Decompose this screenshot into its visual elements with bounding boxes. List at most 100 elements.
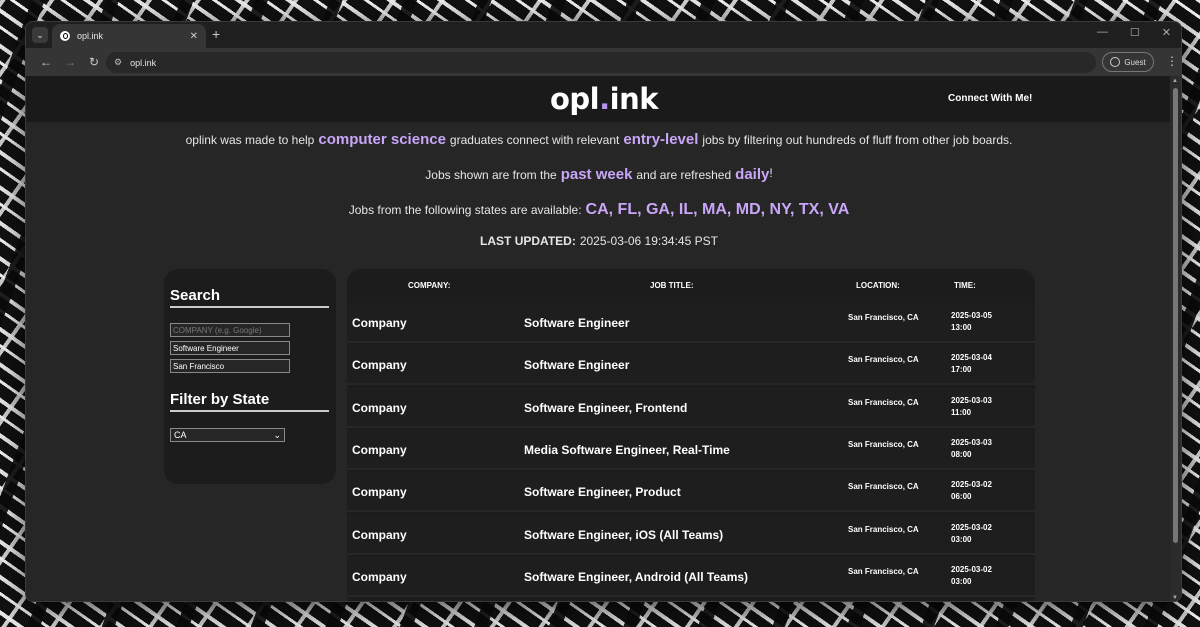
tab-close-icon[interactable]: ✕ <box>190 31 198 42</box>
last-updated-value: 2025-03-06 19:34:45 PST <box>579 234 718 248</box>
col-job-title[interactable]: JOB TITLE: <box>650 281 694 290</box>
intro-text: jobs by filtering out hundreds of fluff … <box>702 132 1013 147</box>
cell-company: Company <box>352 442 407 457</box>
col-location[interactable]: LOCATION: <box>856 281 900 290</box>
profile-button[interactable]: Guest <box>1102 52 1154 72</box>
scroll-up-icon[interactable]: ▲ <box>1172 78 1178 84</box>
last-updated: LAST UPDATED: 2025-03-06 19:34:45 PST <box>26 227 1172 255</box>
site-header: opl.ink Connect With Me! <box>26 76 1172 122</box>
connect-link[interactable]: Connect With Me! <box>948 93 1032 104</box>
favicon-icon <box>60 31 70 41</box>
state-select[interactable]: CA ⌄ <box>170 428 285 442</box>
site-logo[interactable]: opl.ink <box>550 82 659 116</box>
browser-tab[interactable]: opl.ink ✕ <box>52 24 206 48</box>
cell-job-title[interactable]: Software Engineer, Frontend <box>524 401 687 415</box>
intro-text: and are refreshed <box>636 167 732 182</box>
last-updated-label: LAST UPDATED: <box>480 234 576 248</box>
page-viewport: opl.ink Connect With Me! oplink was made… <box>26 76 1172 601</box>
cell-date: 2025-03-02 <box>951 522 992 532</box>
jobs-table: COMPANY: JOB TITLE: LOCATION: TIME: Comp… <box>347 269 1035 601</box>
intro-text: Jobs from the following states are avail… <box>348 202 582 217</box>
intro-highlight: entry-level <box>623 131 699 148</box>
logo-part2: ink <box>609 82 659 116</box>
states-list: CA, FL, GA, IL, MA, MD, NY, TX, VA <box>585 200 850 218</box>
intro-text: graduates connect with relevant <box>449 132 620 147</box>
cell-company: Company <box>352 527 407 542</box>
tab-search-button[interactable]: ⌄ <box>32 27 48 43</box>
cell-job-title[interactable]: Software Engineer, Product <box>524 485 681 499</box>
new-tab-button[interactable]: + <box>212 26 220 42</box>
intro-text: ! <box>769 166 773 180</box>
cell-date: 2025-03-03 <box>951 395 992 405</box>
intro-text: oplink was made to help <box>185 132 315 147</box>
menu-kebab-icon[interactable]: ⋮ <box>1166 54 1178 68</box>
location-input[interactable] <box>170 359 290 373</box>
cell-date: 2025-03-04 <box>951 353 992 363</box>
filter-sidebar: Search Filter by State CA ⌄ <box>164 269 336 484</box>
cell-company: Company <box>352 400 407 415</box>
table-row[interactable]: Company Software Engineer, Android (All T… <box>347 556 1035 597</box>
cell-time: 2025-03-02 06:00 <box>951 479 1011 503</box>
state-selected-value: CA <box>174 430 187 440</box>
cell-hour: 03:00 <box>951 576 972 586</box>
site-info-icon[interactable]: ⚙ <box>114 57 122 68</box>
table-row[interactable]: Company Software Engineer, Product San Fra… <box>347 472 1035 513</box>
cell-location: San Francisco, CA <box>848 397 919 407</box>
col-company[interactable]: COMPANY: <box>408 281 450 290</box>
logo-dot: . <box>599 82 610 116</box>
intro-section: oplink was made to help computer science… <box>26 122 1172 255</box>
intro-highlight: computer science <box>318 131 446 148</box>
col-time[interactable]: TIME: <box>954 281 976 290</box>
cell-time: 2025-03-03 08:00 <box>951 437 1011 461</box>
tab-title: opl.ink <box>77 31 104 41</box>
scroll-thumb[interactable] <box>1173 88 1178 543</box>
cell-hour: 06:00 <box>951 492 972 502</box>
table-row[interactable]: Company Software Engineer, iOS (All Teams… <box>347 514 1035 555</box>
cell-job-title[interactable]: Software Engineer <box>524 358 629 372</box>
filter-heading: Filter by State <box>170 391 329 412</box>
minimize-icon[interactable]: — <box>1097 26 1108 39</box>
maximize-icon[interactable]: ☐ <box>1130 26 1140 39</box>
cell-time: 2025-03-05 13:00 <box>951 310 1011 334</box>
tab-strip: ⌄ opl.ink ✕ + — ☐ ✕ <box>26 22 1181 48</box>
cell-company: Company <box>352 316 407 330</box>
cell-location: San Francisco, CA <box>848 524 919 534</box>
job-title-input[interactable] <box>170 341 290 355</box>
forward-arrow-icon[interactable]: → <box>58 55 82 69</box>
browser-window: ⌄ opl.ink ✕ + — ☐ ✕ ← → ↻ ⚙ opl.ink Gues… <box>25 21 1182 602</box>
cell-date: 2025-03-05 <box>951 311 992 320</box>
browser-toolbar: ← → ↻ ⚙ opl.ink Guest ⋮ <box>26 48 1181 76</box>
window-controls: — ☐ ✕ <box>1097 26 1171 39</box>
table-row[interactable]: Company Media Software Engineer, Real-Tim… <box>347 429 1035 470</box>
table-header: COMPANY: JOB TITLE: LOCATION: TIME: <box>347 269 1035 303</box>
reload-icon[interactable]: ↻ <box>82 55 106 69</box>
table-row[interactable]: Company Software Engineer San Francisco, C… <box>347 345 1035 386</box>
cell-time: 2025-03-03 11:00 <box>951 395 1011 419</box>
cell-hour: 03:00 <box>951 534 972 544</box>
cell-job-title[interactable]: Media Software Engineer, Real-Time <box>524 443 730 457</box>
cell-location: San Francisco, CA <box>848 566 919 576</box>
page-scrollbar[interactable]: ▲ ▼ <box>1170 76 1181 601</box>
cell-location: San Francisco, CA <box>848 313 919 322</box>
table-row[interactable]: Company Software Engineer San Francisco, C… <box>347 303 1035 343</box>
cell-job-title[interactable]: Software Engineer, Android (All Teams) <box>524 570 748 584</box>
address-bar[interactable]: ⚙ opl.ink <box>106 52 1096 73</box>
table-row[interactable]: Company Software Engineer, Frontend San Fr… <box>347 387 1035 428</box>
scroll-down-icon[interactable]: ▼ <box>1172 595 1178 601</box>
cell-hour: 08:00 <box>951 449 972 459</box>
cell-hour: 13:00 <box>951 323 972 332</box>
cell-company: Company <box>352 569 407 584</box>
back-arrow-icon[interactable]: ← <box>34 55 58 69</box>
cell-job-title[interactable]: Software Engineer <box>524 316 629 330</box>
company-search-input[interactable] <box>170 323 290 337</box>
profile-label: Guest <box>1124 57 1146 67</box>
window-close-icon[interactable]: ✕ <box>1162 26 1171 39</box>
intro-highlight: past week <box>560 166 633 183</box>
url-text: opl.ink <box>130 57 157 68</box>
cell-date: 2025-03-02 <box>951 480 992 490</box>
cell-job-title[interactable]: Software Engineer, iOS (All Teams) <box>524 528 723 542</box>
search-heading: Search <box>170 287 329 308</box>
chevron-down-icon: ⌄ <box>273 429 281 440</box>
logo-part1: opl <box>550 82 600 116</box>
intro-line-1: oplink was made to help computer science… <box>26 122 1172 157</box>
